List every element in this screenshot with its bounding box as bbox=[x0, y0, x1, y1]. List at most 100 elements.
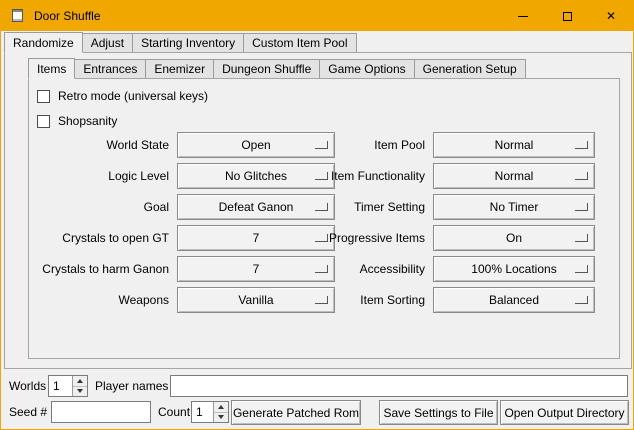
accessibility-value: 100% Locations bbox=[471, 262, 556, 276]
close-button[interactable]: ✕ bbox=[589, 1, 633, 31]
accessibility-label: Accessibility bbox=[297, 262, 425, 276]
logic-level-label: Logic Level bbox=[37, 169, 169, 183]
title-bar: Door Shuffle ✕ bbox=[1, 1, 633, 31]
randomize-sub-tab-bar: Items Entrances Enemizer Dungeon Shuffle… bbox=[28, 58, 525, 79]
tab-custom-item-pool[interactable]: Custom Item Pool bbox=[243, 33, 356, 52]
player-names-label: Player names bbox=[95, 374, 168, 398]
tab-entrances[interactable]: Entrances bbox=[74, 59, 146, 78]
retro-mode-checkbox[interactable] bbox=[37, 90, 50, 103]
worlds-spin-arrows bbox=[72, 376, 87, 396]
worlds-spin-down-button[interactable] bbox=[73, 387, 87, 397]
worlds-input[interactable] bbox=[49, 376, 72, 396]
item-sorting-label: Item Sorting bbox=[297, 293, 425, 307]
window-title: Door Shuffle bbox=[34, 9, 101, 23]
progressive-items-value: On bbox=[506, 231, 522, 245]
item-sorting-dropdown[interactable]: Balanced bbox=[433, 287, 595, 313]
timer-setting-label: Timer Setting bbox=[297, 200, 425, 214]
crystals-harm-ganon-row: Crystals to harm Ganon 7 bbox=[37, 253, 335, 284]
app-icon[interactable] bbox=[10, 8, 26, 24]
dropdown-indicator-icon bbox=[575, 234, 588, 242]
item-functionality-label: Item Functionality bbox=[297, 169, 425, 183]
timer-setting-dropdown[interactable]: No Timer bbox=[433, 194, 595, 220]
item-sorting-value: Balanced bbox=[489, 293, 539, 307]
item-pool-dropdown[interactable]: Normal bbox=[433, 132, 595, 158]
worlds-spin-up-button[interactable] bbox=[73, 376, 87, 387]
seed-input[interactable] bbox=[51, 401, 151, 423]
count-label: Count bbox=[158, 400, 190, 424]
accessibility-dropdown[interactable]: 100% Locations bbox=[433, 256, 595, 282]
count-input[interactable] bbox=[192, 402, 213, 422]
open-output-directory-button[interactable]: Open Output Directory bbox=[500, 400, 629, 425]
generate-patched-rom-button[interactable]: Generate Patched Rom bbox=[231, 400, 361, 425]
save-settings-button[interactable]: Save Settings to File bbox=[379, 400, 498, 425]
crystals-harm-ganon-label: Crystals to harm Ganon bbox=[37, 262, 169, 276]
generate-row: Seed # Count Generate Patched Rom Save S… bbox=[1, 400, 633, 425]
count-spin-down-button[interactable] bbox=[214, 413, 228, 423]
retro-mode-label: Retro mode (universal keys) bbox=[58, 89, 208, 103]
weapons-row: Weapons Vanilla bbox=[37, 284, 335, 315]
dropdown-indicator-icon bbox=[575, 265, 588, 273]
worlds-spinbox bbox=[48, 375, 88, 397]
tab-generation-setup[interactable]: Generation Setup bbox=[414, 59, 526, 78]
spin-down-icon bbox=[218, 415, 224, 419]
shopsanity-label: Shopsanity bbox=[58, 114, 117, 128]
app-window: Door Shuffle ✕ Randomize Adjust Starting… bbox=[0, 0, 634, 430]
right-options-column: Item Pool Normal Item Functionality Norm… bbox=[297, 129, 597, 315]
spin-up-icon bbox=[218, 405, 224, 409]
logic-level-value: No Glitches bbox=[225, 169, 287, 183]
accessibility-row: Accessibility 100% Locations bbox=[297, 253, 597, 284]
crystals-harm-ganon-value: 7 bbox=[253, 262, 260, 276]
window-controls: ✕ bbox=[501, 1, 633, 31]
count-spin-arrows bbox=[213, 402, 228, 422]
items-panel: Retro mode (universal keys) Shopsanity W… bbox=[28, 78, 620, 359]
count-spinbox bbox=[191, 401, 229, 423]
world-state-label: World State bbox=[37, 138, 169, 152]
main-tab-bar: Randomize Adjust Starting Inventory Cust… bbox=[4, 32, 356, 53]
tab-game-options[interactable]: Game Options bbox=[319, 59, 414, 78]
weapons-label: Weapons bbox=[37, 293, 169, 307]
player-names-input[interactable] bbox=[170, 375, 628, 397]
multiworld-row: Worlds Player names bbox=[1, 374, 633, 399]
world-state-row: World State Open bbox=[37, 129, 335, 160]
item-sorting-row: Item Sorting Balanced bbox=[297, 284, 597, 315]
tab-dungeon-shuffle[interactable]: Dungeon Shuffle bbox=[213, 59, 320, 78]
shopsanity-row: Shopsanity bbox=[37, 112, 117, 130]
crystals-open-gt-label: Crystals to open GT bbox=[37, 231, 169, 245]
seed-label: Seed # bbox=[9, 400, 47, 424]
dropdown-indicator-icon bbox=[575, 141, 588, 149]
progressive-items-label: Progressive Items bbox=[297, 231, 425, 245]
close-icon: ✕ bbox=[606, 10, 616, 22]
item-pool-value: Normal bbox=[495, 138, 534, 152]
item-pool-label: Item Pool bbox=[297, 138, 425, 152]
maximize-icon bbox=[563, 12, 572, 21]
item-functionality-dropdown[interactable]: Normal bbox=[433, 163, 595, 189]
tab-items[interactable]: Items bbox=[28, 58, 75, 79]
weapons-value: Vanilla bbox=[238, 293, 273, 307]
minimize-button[interactable] bbox=[501, 1, 545, 31]
minimize-icon bbox=[518, 16, 528, 17]
worlds-label: Worlds bbox=[9, 374, 46, 398]
tab-randomize[interactable]: Randomize bbox=[4, 32, 83, 53]
shopsanity-checkbox[interactable] bbox=[37, 115, 50, 128]
goal-label: Goal bbox=[37, 200, 169, 214]
timer-setting-row: Timer Setting No Timer bbox=[297, 191, 597, 222]
item-functionality-row: Item Functionality Normal bbox=[297, 160, 597, 191]
count-spin-up-button[interactable] bbox=[214, 402, 228, 413]
tab-adjust[interactable]: Adjust bbox=[82, 33, 133, 52]
timer-setting-value: No Timer bbox=[490, 200, 539, 214]
goal-row: Goal Defeat Ganon bbox=[37, 191, 335, 222]
item-functionality-value: Normal bbox=[495, 169, 534, 183]
progressive-items-row: Progressive Items On bbox=[297, 222, 597, 253]
world-state-value: Open bbox=[241, 138, 270, 152]
spin-down-icon bbox=[77, 389, 83, 393]
tab-enemizer[interactable]: Enemizer bbox=[145, 59, 214, 78]
maximize-button[interactable] bbox=[545, 1, 589, 31]
crystals-open-gt-value: 7 bbox=[253, 231, 260, 245]
goal-value: Defeat Ganon bbox=[219, 200, 294, 214]
tab-starting-inventory[interactable]: Starting Inventory bbox=[132, 33, 244, 52]
item-pool-row: Item Pool Normal bbox=[297, 129, 597, 160]
dropdown-indicator-icon bbox=[575, 296, 588, 304]
progressive-items-dropdown[interactable]: On bbox=[433, 225, 595, 251]
app-icon-glyph bbox=[12, 9, 23, 22]
dropdown-indicator-icon bbox=[575, 172, 588, 180]
